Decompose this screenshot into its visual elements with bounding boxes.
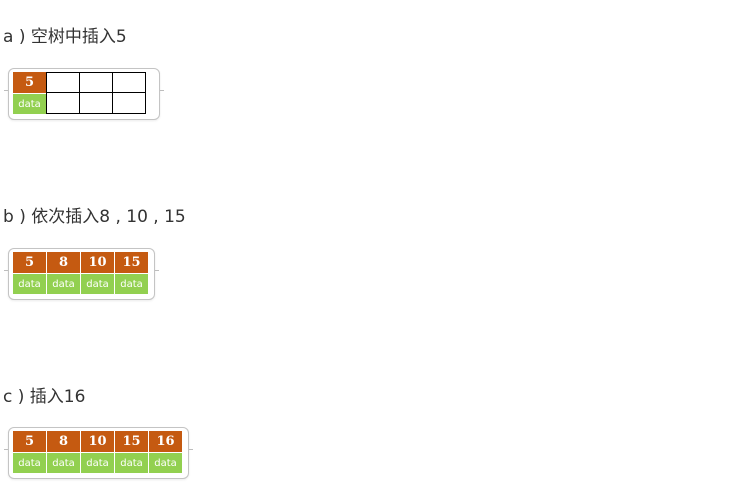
node-right-connector: [189, 449, 193, 450]
key-value-cell: 8 data: [47, 431, 80, 473]
value-label: data: [47, 453, 80, 473]
key-value-cell: 5 data: [13, 431, 46, 473]
key-value-cell: 8 data: [47, 252, 80, 294]
key-label: 16: [149, 431, 182, 452]
node-cells: 5 data: [13, 72, 146, 114]
value-label: data: [81, 453, 114, 473]
step-c-caption: c ) 插入16: [3, 387, 86, 407]
key-label: 5: [13, 431, 46, 452]
value-label: data: [13, 94, 46, 114]
value-label: data: [13, 453, 46, 473]
node-right-connector: [155, 270, 159, 271]
node-cells: 5 data 8 data 10 data 15 data 16 data: [13, 431, 182, 473]
value-label: data: [149, 453, 182, 473]
value-label: data: [47, 274, 80, 294]
value-label: data: [13, 274, 46, 294]
step-a-caption: a ) 空树中插入5: [3, 27, 127, 47]
step-b-node: 5 data 8 data 10 data 15 data: [4, 248, 159, 300]
key-value-cell: 5 data: [13, 72, 46, 114]
empty-slot: [80, 72, 113, 114]
node-left-connector: [4, 90, 8, 91]
key-value-cell: 15 data: [115, 252, 148, 294]
step-a-node: 5 data: [4, 68, 164, 120]
value-label: data: [115, 274, 148, 294]
key-label: 5: [13, 72, 46, 93]
node-left-connector: [4, 449, 8, 450]
empty-slot: [46, 72, 80, 114]
key-value-cell: 10 data: [81, 252, 114, 294]
node-right-connector: [160, 90, 164, 91]
key-label: 8: [47, 252, 80, 273]
key-value-cell: 15 data: [115, 431, 148, 473]
key-label: 15: [115, 431, 148, 452]
step-c-node: 5 data 8 data 10 data 15 data 16 data: [4, 427, 193, 479]
empty-slot: [113, 72, 146, 114]
key-value-cell: 16 data: [149, 431, 182, 473]
step-b-caption: b ) 依次插入8 , 10 , 15: [3, 207, 186, 227]
key-value-cell: 10 data: [81, 431, 114, 473]
key-label: 8: [47, 431, 80, 452]
key-label: 15: [115, 252, 148, 273]
key-label: 10: [81, 252, 114, 273]
value-label: data: [115, 453, 148, 473]
key-value-cell: 5 data: [13, 252, 46, 294]
node-cells: 5 data 8 data 10 data 15 data: [13, 252, 148, 294]
node-left-connector: [4, 270, 8, 271]
value-label: data: [81, 274, 114, 294]
key-label: 10: [81, 431, 114, 452]
key-label: 5: [13, 252, 46, 273]
